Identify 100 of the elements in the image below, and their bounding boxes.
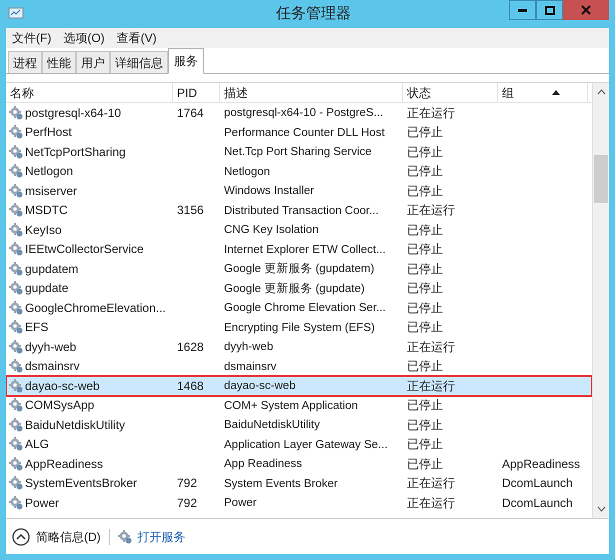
table-row[interactable]: dayao-sc-web 1468 dayao-sc-web 正在运行 xyxy=(6,376,592,396)
gear-icon xyxy=(9,320,23,334)
scroll-down-icon[interactable] xyxy=(596,506,606,512)
table-cell: 792 xyxy=(177,476,198,490)
column-header[interactable]: PID xyxy=(173,83,220,102)
gear-icon xyxy=(9,203,23,218)
open-services-link[interactable]: 打开服务 xyxy=(138,528,186,546)
table-cell: DcomLaunch xyxy=(502,496,573,510)
gear-icon xyxy=(9,144,23,159)
table-cell-text: dyyh-web xyxy=(25,338,76,356)
tab[interactable]: 进程 xyxy=(8,51,42,73)
table-cell: CNG Key Isolation xyxy=(224,224,319,236)
gear-icon xyxy=(9,496,23,510)
gear-icon xyxy=(9,398,23,412)
gear-icon xyxy=(9,359,23,374)
table-cell-text: Power xyxy=(25,494,60,512)
table-cell: 已停止 xyxy=(407,300,443,315)
gear-icon xyxy=(9,456,23,471)
table-cell-text: NetTcpPortSharing xyxy=(25,144,126,161)
gear-icon xyxy=(118,530,132,544)
table-cell-text: IEEtwCollectorService xyxy=(25,241,144,258)
table-cell: 已停止 xyxy=(407,398,443,412)
table-cell: dyyh-web xyxy=(224,341,274,354)
column-header[interactable]: 名称 xyxy=(6,83,173,102)
details-link[interactable]: 简略信息(D) xyxy=(36,528,101,546)
tab[interactable]: 性能 xyxy=(42,51,76,73)
gear-icon xyxy=(9,164,23,178)
table-cell: 已停止 xyxy=(407,125,443,140)
table-cell: System Events Broker xyxy=(224,478,338,490)
table-row[interactable]: dsmainsrv dsmainsrv 已停止 xyxy=(6,356,592,376)
table-cell: 已停止 xyxy=(407,184,443,198)
scroll-thumb[interactable] xyxy=(594,155,608,203)
gear-icon xyxy=(9,340,23,354)
collapse-icon[interactable] xyxy=(12,528,30,546)
table-cell: 正在运行 xyxy=(407,496,455,510)
table-row[interactable]: IEEtwCollectorService Internet Explorer ETW Collect... 已停止 xyxy=(6,240,592,259)
table-cell-text: AppReadiness xyxy=(25,456,104,473)
tab[interactable]: 服务 xyxy=(168,48,204,74)
gear-icon xyxy=(9,242,23,256)
table-row[interactable]: MSDTC 3156 Distributed Transaction Coor... 正在运行 xyxy=(6,200,592,220)
table-cell: Windows Installer xyxy=(224,185,314,198)
sort-arrow-icon xyxy=(552,90,560,95)
menu-item[interactable]: 选项(O) xyxy=(63,29,105,47)
table-cell-text: SystemEventsBroker xyxy=(25,475,138,492)
table-cell: 正在运行 xyxy=(407,476,455,490)
table-row[interactable]: SystemEventsBroker 792 System Events Broker 正在运行 DcomLaunch xyxy=(6,474,592,493)
table-row[interactable]: Power 792 Power 正在运行 DcomLaunch xyxy=(6,493,592,512)
gear-icon xyxy=(9,437,23,452)
table-row[interactable]: AppReadiness App Readiness 已停止 AppReadiness xyxy=(6,454,592,474)
table-row[interactable]: EFS Encrypting File System (EFS) 已停止 xyxy=(6,318,592,337)
menu-item[interactable]: 查看(V) xyxy=(116,29,157,47)
table-row[interactable]: dyyh-web 1628 dyyh-web 正在运行 xyxy=(6,337,592,356)
gear-icon xyxy=(9,184,23,198)
table-cell: 已停止 xyxy=(407,262,443,276)
table-cell: 3156 xyxy=(177,203,204,218)
table-row[interactable]: PerfHost Performance Counter DLL Host 已停止 xyxy=(6,122,592,142)
table-cell: dsmainsrv xyxy=(224,360,276,373)
table-cell-text: msiserver xyxy=(25,182,78,200)
table-row[interactable]: GoogleChromeElevation... Google Chrome Elevation Ser... 已停止 xyxy=(6,298,592,318)
table-cell: Encrypting File System (EFS) xyxy=(224,322,375,334)
table-row[interactable]: NetTcpPortSharing Net.Tcp Port Sharing Service 已停止 xyxy=(6,142,592,162)
table-cell-text: postgresql-x64-10 xyxy=(25,104,122,122)
gear-icon xyxy=(9,106,23,120)
scrollbar[interactable] xyxy=(592,83,609,518)
table-cell-text: Netlogon xyxy=(25,163,74,180)
table-row[interactable]: Netlogon Netlogon 已停止 xyxy=(6,162,592,181)
table-row[interactable]: msiserver Windows Installer 已停止 xyxy=(6,181,592,200)
column-header[interactable]: 描述 xyxy=(220,83,403,102)
tab[interactable]: 用户 xyxy=(76,51,110,73)
column-header[interactable]: 状态 xyxy=(403,83,498,102)
menu-item[interactable]: 文件(F) xyxy=(12,29,52,47)
table-cell-text: COMSysApp xyxy=(25,397,94,414)
table-cell: COM+ System Application xyxy=(224,400,358,412)
table-cell: Performance Counter DLL Host xyxy=(224,126,385,139)
table-row[interactable]: gupdatem Google 更新服务 (gupdatem) 已停止 xyxy=(6,259,592,278)
table-cell: 已停止 xyxy=(407,281,443,296)
table-row[interactable]: gupdate Google 更新服务 (gupdate) 已停止 xyxy=(6,278,592,298)
table-row[interactable]: postgresql-x64-10 1764 postgresql-x64-10 - PostgreS... 正在运行 xyxy=(6,103,592,122)
table-cell: 已停止 xyxy=(407,242,443,256)
table-row[interactable]: BaiduNetdiskUtility BaiduNetdiskUtility 已停止 xyxy=(6,415,592,434)
tab[interactable]: 详细信息 xyxy=(110,51,168,73)
table-cell: 1628 xyxy=(177,340,204,354)
minimize-button[interactable] xyxy=(509,0,536,20)
close-button[interactable] xyxy=(563,0,609,20)
gear-icon xyxy=(9,476,23,490)
table-row[interactable]: COMSysApp COM+ System Application 已停止 xyxy=(6,396,592,415)
table-cell: Internet Explorer ETW Collect... xyxy=(224,244,386,256)
table-cell: 已停止 xyxy=(407,320,443,334)
table-cell: 已停止 xyxy=(407,456,443,471)
maximize-button[interactable] xyxy=(536,0,563,20)
scroll-up-icon[interactable] xyxy=(596,89,606,95)
close-icon xyxy=(581,5,591,15)
table-row[interactable]: ALG Application Layer Gateway Se... 已停止 xyxy=(6,434,592,454)
table-cell: 1764 xyxy=(177,106,204,120)
window-title: 任务管理器 xyxy=(276,4,351,24)
table-cell: 已停止 xyxy=(407,164,443,178)
table-cell: Net.Tcp Port Sharing Service xyxy=(224,146,372,158)
table-cell: Power xyxy=(224,497,257,510)
column-header[interactable]: 组 xyxy=(498,83,588,102)
table-row[interactable]: KeyIso CNG Key Isolation 已停止 xyxy=(6,220,592,240)
